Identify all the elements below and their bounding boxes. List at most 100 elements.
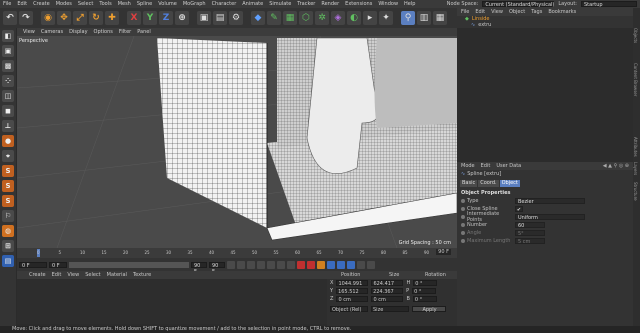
soft-selection-icon[interactable]: S — [2, 165, 14, 177]
material-manager-area[interactable] — [17, 279, 327, 324]
position-z-field[interactable]: 0 cm — [336, 296, 369, 303]
record-icon[interactable] — [297, 260, 305, 269]
size-mode-select[interactable]: Size — [371, 306, 409, 313]
pen-icon[interactable]: ✎ — [267, 11, 281, 25]
type-select[interactable]: Bezier — [515, 198, 585, 205]
keyframe-dot-icon[interactable] — [461, 215, 465, 219]
viewport-menu-cameras[interactable]: Cameras — [41, 29, 63, 35]
menu-simulate[interactable]: Simulate — [269, 1, 291, 7]
next-frame-icon[interactable] — [267, 260, 275, 269]
keyframe-dot-icon[interactable] — [461, 207, 465, 211]
previous-key-icon[interactable] — [237, 260, 245, 269]
camera-icon[interactable]: ▸ — [363, 11, 377, 25]
menu-mesh[interactable]: Mesh — [118, 1, 131, 7]
y-axis-lock-icon[interactable]: Y — [143, 11, 157, 25]
polygons-mode-icon[interactable]: ◼ — [2, 105, 14, 117]
menu-volume[interactable]: Volume — [158, 1, 177, 7]
go-to-end-icon[interactable] — [287, 260, 295, 269]
number-field[interactable]: 60 — [515, 222, 545, 229]
undo-icon[interactable]: ↶ — [3, 11, 17, 25]
enable-snap-icon[interactable]: ⌖ — [2, 150, 14, 162]
om-menu-object[interactable]: Object — [509, 9, 525, 15]
light-icon[interactable]: ✦ — [379, 11, 393, 25]
menu-help[interactable]: Help — [404, 1, 415, 7]
am-menu-user-data[interactable]: User Data — [496, 163, 521, 169]
menu-spline[interactable]: Spline — [137, 1, 152, 7]
menu-edit[interactable]: Edit — [17, 1, 27, 7]
object-name[interactable]: extru — [478, 22, 491, 28]
om-menu-view[interactable]: View — [491, 9, 503, 15]
timeline-settings-icon[interactable] — [367, 260, 375, 269]
tab-basic[interactable]: Basic — [460, 180, 478, 187]
generator-icon[interactable]: ⬡ — [299, 11, 313, 25]
deformer-icon[interactable]: ◈ — [331, 11, 345, 25]
timeline-ruler[interactable]: 0 5 10 15 20 25 30 35 40 45 50 55 60 65 70 75 80 85 90 90 … — [17, 248, 457, 258]
coordinate-mode-select[interactable]: Object (Rel) — [330, 306, 368, 313]
menu-modes[interactable]: Modes — [56, 1, 72, 7]
cube-icon[interactable]: ◆ — [251, 11, 265, 25]
symmetry-icon[interactable]: S — [2, 180, 14, 192]
subdivision-icon[interactable]: ▦ — [283, 11, 297, 25]
position-key-icon[interactable] — [327, 260, 335, 269]
menu-tracker[interactable]: Tracker — [297, 1, 315, 7]
planar-workplane-icon[interactable]: ▤ — [2, 255, 14, 267]
move-icon[interactable]: ✥ — [57, 11, 71, 25]
viewport-menu-view[interactable]: View — [23, 29, 35, 35]
grid-icon[interactable]: ▦ — [433, 11, 447, 25]
size-y-field[interactable]: 224.367 cm — [371, 288, 404, 301]
size-x-field[interactable]: 624.417 cm — [371, 280, 404, 293]
material-menu-edit[interactable]: Edit — [52, 272, 62, 278]
x-axis-lock-icon[interactable]: X — [127, 11, 141, 25]
viewport-menu-options[interactable]: Options — [94, 29, 113, 35]
points-mode-icon[interactable]: ⁘ — [2, 75, 14, 87]
rotation-h-field[interactable]: 0 ° — [413, 280, 438, 287]
redo-icon[interactable]: ↷ — [19, 11, 33, 25]
rotation-key-icon[interactable] — [347, 260, 355, 269]
snap-icon[interactable]: ⚲ — [401, 11, 415, 25]
rotate-icon[interactable]: ↻ — [89, 11, 103, 25]
max-frame-field[interactable]: 90 F — [191, 261, 207, 275]
scale-key-icon[interactable] — [337, 260, 345, 269]
edges-mode-icon[interactable]: ◫ — [2, 90, 14, 102]
texture-mode-icon[interactable]: ▩ — [2, 60, 14, 72]
am-menu-mode[interactable]: Mode — [461, 163, 475, 169]
viewport-menu-display[interactable]: Display — [69, 29, 87, 35]
viewport-canvas[interactable] — [17, 28, 457, 248]
tab-object[interactable]: Object — [499, 180, 520, 187]
size-z-field[interactable]: 0 cm — [371, 296, 404, 303]
keyframe-selection-icon[interactable] — [317, 260, 325, 269]
menu-character[interactable]: Character — [212, 1, 237, 7]
autokey-icon[interactable] — [307, 260, 315, 269]
previous-frame-icon[interactable] — [247, 260, 255, 269]
workplane-icon[interactable]: ▥ — [417, 11, 431, 25]
workplane-lock-icon[interactable]: ⚐ — [2, 210, 14, 222]
intermediate-points-select[interactable]: Uniform — [515, 214, 585, 221]
om-menu-bookmarks[interactable]: Bookmarks — [548, 9, 576, 15]
go-to-start-icon[interactable] — [227, 260, 235, 269]
om-menu-edit[interactable]: Edit — [475, 9, 485, 15]
vtab-attributes[interactable]: Attributes — [633, 137, 638, 157]
timeline-end-field[interactable]: 90 F — [436, 249, 451, 255]
environment-icon[interactable]: ◐ — [347, 11, 361, 25]
menu-file[interactable]: File — [3, 1, 11, 7]
menu-select[interactable]: Select — [78, 1, 93, 7]
tweak-icon[interactable]: S — [2, 195, 14, 207]
recent-tools-icon[interactable]: ✚ — [105, 11, 119, 25]
paint-icon[interactable]: ◍ — [2, 225, 14, 237]
menu-animate[interactable]: Animate — [242, 1, 263, 7]
menu-tools[interactable]: Tools — [99, 1, 111, 7]
model-mode-icon[interactable]: ▣ — [2, 45, 14, 57]
play-icon[interactable] — [257, 260, 265, 269]
vtab-content-browser[interactable]: Content Browser — [633, 63, 638, 96]
render-view-icon[interactable]: ▣ — [197, 11, 211, 25]
om-menu-tags[interactable]: Tags — [531, 9, 542, 15]
am-menu-edit[interactable]: Edit — [481, 163, 491, 169]
close-spline-checkbox[interactable]: ✔ — [515, 206, 523, 213]
mograph-icon[interactable]: ✲ — [315, 11, 329, 25]
menu-extensions[interactable]: Extensions — [345, 1, 372, 7]
position-x-field[interactable]: 1044.991 cm — [336, 280, 369, 293]
parameter-key-icon[interactable] — [357, 260, 365, 269]
menu-window[interactable]: Window — [378, 1, 398, 7]
live-select-icon[interactable]: ◉ — [41, 11, 55, 25]
scale-icon[interactable]: ⤢ — [73, 11, 87, 25]
